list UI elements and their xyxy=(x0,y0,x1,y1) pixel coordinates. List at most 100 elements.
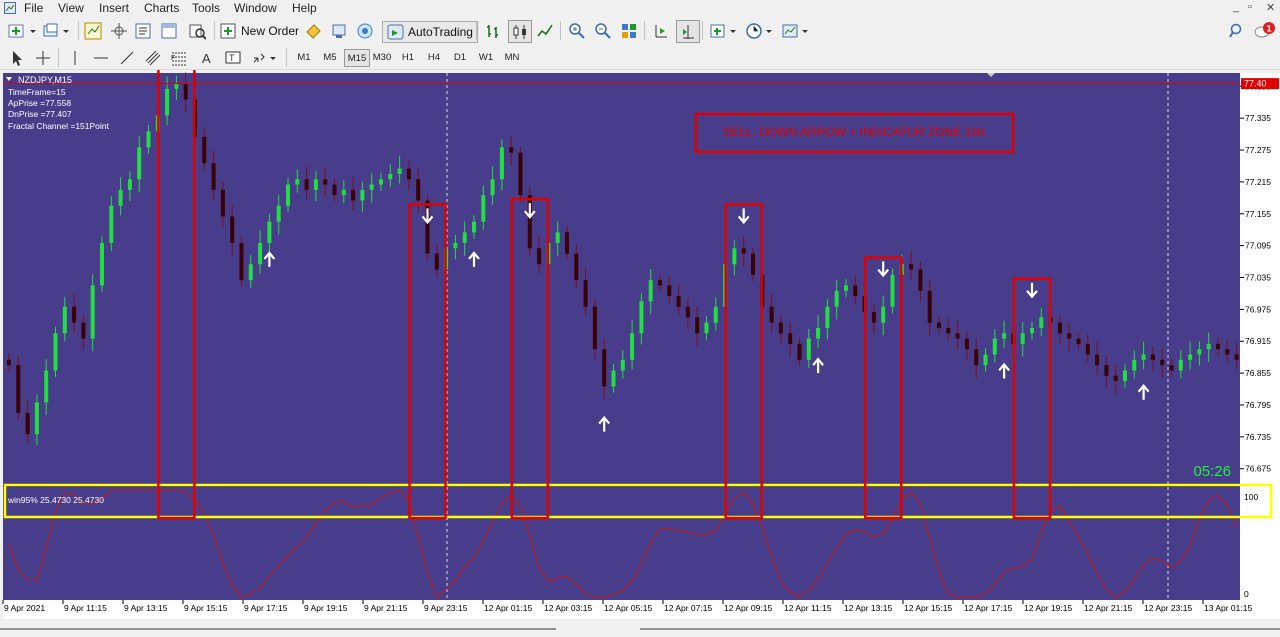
tile-windows-button[interactable] xyxy=(618,20,640,41)
bear-candle xyxy=(676,296,681,307)
timeframe-m1[interactable]: M1 xyxy=(292,49,316,65)
line-chart-button[interactable] xyxy=(534,20,556,41)
bear-candle xyxy=(1216,343,1220,350)
bull-candle xyxy=(992,338,997,355)
bull-candle xyxy=(248,264,253,281)
tester-button[interactable] xyxy=(186,20,208,41)
text-tool-icon: A xyxy=(202,51,211,66)
zoom-out-button[interactable] xyxy=(592,20,614,41)
bull-candle xyxy=(713,306,718,323)
bear-candle xyxy=(741,248,746,254)
signals-button[interactable] xyxy=(354,20,376,41)
menu-window[interactable]: Window xyxy=(232,1,279,15)
timeframe-h4[interactable]: H4 xyxy=(422,49,446,65)
minimize-button[interactable]: _ xyxy=(1233,1,1239,13)
text-button[interactable]: A xyxy=(196,47,218,68)
menu-tools[interactable]: Tools xyxy=(190,1,222,15)
current-price-value: 77.40 xyxy=(1244,79,1267,89)
restore-button[interactable]: ▫ xyxy=(1248,1,1252,13)
vertical-line-button[interactable] xyxy=(64,47,86,68)
bull-candle xyxy=(462,232,467,243)
candlestick-button[interactable] xyxy=(508,20,532,43)
bull-candle xyxy=(34,402,39,435)
timeframe-mn[interactable]: MN xyxy=(500,49,524,65)
search-button[interactable] xyxy=(1226,20,1248,41)
menu-help[interactable]: Help xyxy=(290,1,319,15)
bear-candle xyxy=(918,269,923,291)
trendline-button[interactable] xyxy=(116,47,138,68)
market-button[interactable] xyxy=(328,20,350,41)
metaeditor-button[interactable] xyxy=(302,20,324,41)
trendline-icon xyxy=(120,51,134,64)
bear-candle xyxy=(565,232,569,254)
bull-candle xyxy=(1132,359,1137,371)
templates-button[interactable] xyxy=(780,20,812,41)
horizontal-line-button[interactable] xyxy=(90,47,112,68)
bear-candle xyxy=(685,306,690,318)
periods-button[interactable] xyxy=(744,20,776,41)
terminal-button[interactable] xyxy=(158,20,180,41)
bear-candle xyxy=(323,179,328,185)
menu-view[interactable]: View xyxy=(56,1,86,15)
bar-chart-button[interactable] xyxy=(482,20,504,41)
bull-candle xyxy=(620,359,625,371)
chat-bubble-icon: 1 xyxy=(1254,21,1275,37)
time-tick-label: 9 Apr 23:15 xyxy=(424,603,468,613)
autotrading-button[interactable]: AutoTrading xyxy=(382,21,478,43)
new-order-button[interactable]: New Order xyxy=(220,21,299,41)
cursor-button[interactable] xyxy=(6,47,28,68)
equidistant-channel-button[interactable] xyxy=(142,47,164,68)
bear-candle xyxy=(332,184,337,196)
price-tick-label: 77.155 xyxy=(1245,209,1271,219)
indicators-button[interactable] xyxy=(708,20,740,41)
timeframe-h1[interactable]: H1 xyxy=(396,49,420,65)
timeframe-d1[interactable]: D1 xyxy=(448,49,472,65)
notifications-button[interactable]: 1 xyxy=(1252,20,1278,41)
bear-candle xyxy=(658,280,662,286)
time-tick-label: 12 Apr 01:15 xyxy=(484,603,532,613)
menu-insert[interactable]: Insert xyxy=(97,1,131,15)
bull-candle xyxy=(109,205,114,243)
bear-candle xyxy=(202,136,207,164)
line-studies-toolbar: F A T M1 M5 M15 M30 H1 H4 D1 W1 MN xyxy=(0,44,1280,70)
indicator-tick-100: 100 xyxy=(1244,492,1258,502)
bear-candle xyxy=(1057,322,1062,334)
time-tick-label: 12 Apr 15:15 xyxy=(904,603,952,613)
search-icon xyxy=(1229,23,1242,38)
bull-candle xyxy=(100,242,104,286)
profiles-button[interactable] xyxy=(42,20,74,41)
market-watch-button[interactable] xyxy=(82,20,104,41)
bull-candle xyxy=(146,131,151,148)
text-label-button[interactable]: T xyxy=(222,47,244,68)
close-button[interactable]: ✕ xyxy=(1266,1,1275,14)
autoscroll-button[interactable] xyxy=(676,20,700,43)
chart-window[interactable]: 77.39577.33577.27577.21577.15577.09577.0… xyxy=(0,70,1280,623)
navigator-button[interactable] xyxy=(132,20,154,41)
fibonacci-button[interactable]: F xyxy=(168,47,190,68)
bear-candle xyxy=(1104,365,1109,376)
menu-file[interactable]: File xyxy=(22,1,45,15)
text-label-icon: T xyxy=(225,51,241,63)
crosshair-button[interactable] xyxy=(32,47,54,68)
arrows-dropdown-button[interactable] xyxy=(250,47,280,68)
chart-background xyxy=(3,73,1240,600)
bull-candle xyxy=(472,221,476,233)
data-window-button[interactable] xyxy=(108,20,130,41)
price-chart[interactable]: 77.39577.33577.27577.21577.15577.09577.0… xyxy=(0,70,1280,619)
timeframe-w1[interactable]: W1 xyxy=(474,49,498,65)
bull-candle xyxy=(1020,333,1025,344)
new-chart-button[interactable] xyxy=(6,20,40,41)
menu-charts[interactable]: Charts xyxy=(142,1,181,15)
timeframe-m5[interactable]: M5 xyxy=(318,49,342,65)
zoom-in-button[interactable] xyxy=(566,20,588,41)
svg-text:T: T xyxy=(229,53,235,63)
bear-candle xyxy=(592,306,597,350)
timeframe-m15[interactable]: M15 xyxy=(344,49,370,67)
bull-candle xyxy=(258,242,263,265)
bear-candle xyxy=(927,290,932,323)
bull-candle xyxy=(1030,327,1034,334)
time-tick-label: 12 Apr 19:15 xyxy=(1024,603,1072,613)
chart-shift-button[interactable] xyxy=(650,20,672,41)
time-tick-label: 9 Apr 13:15 xyxy=(124,603,168,613)
timeframe-m30[interactable]: M30 xyxy=(370,49,394,65)
